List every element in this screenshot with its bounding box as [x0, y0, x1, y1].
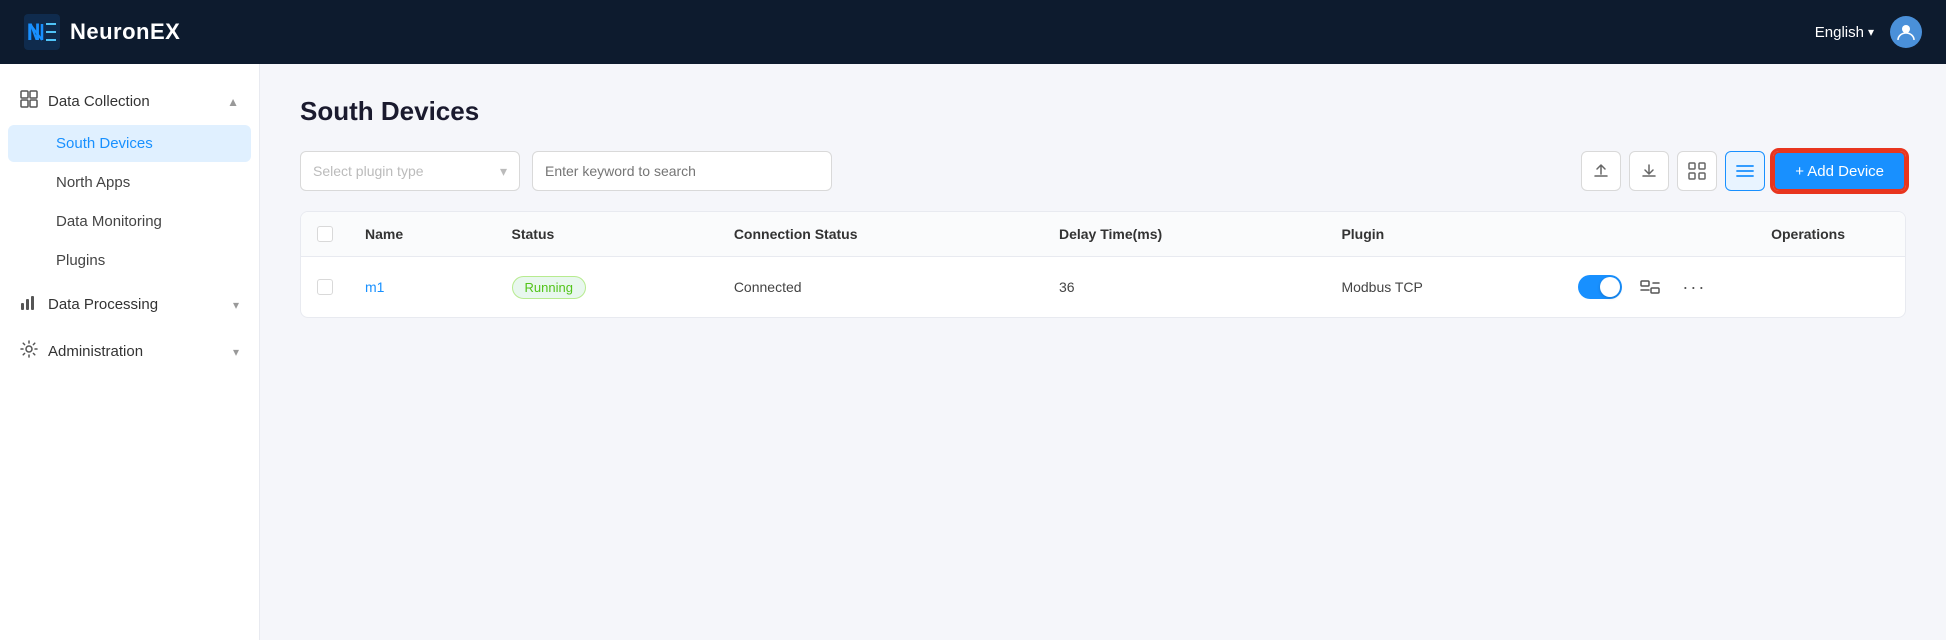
- sidebar-item-data-monitoring[interactable]: Data Monitoring: [8, 203, 251, 240]
- sidebar-section-header-data-processing[interactable]: Data Processing ▾: [0, 283, 259, 326]
- row-checkbox[interactable]: [317, 279, 333, 295]
- row-status-cell: Running: [496, 257, 718, 318]
- add-device-button[interactable]: + Add Device: [1773, 151, 1906, 191]
- chevron-down-icon: ▾: [1868, 25, 1874, 39]
- avatar[interactable]: [1890, 16, 1922, 48]
- administration-chevron: ▾: [233, 345, 239, 359]
- sidebar-section-data-collection: Data Collection ▲ South Devices North Ap…: [0, 80, 259, 279]
- logo-area: N NeuronEX: [24, 14, 180, 50]
- list-view-button[interactable]: [1725, 151, 1765, 191]
- sidebar-item-south-devices[interactable]: South Devices: [8, 125, 251, 162]
- table-icon: [20, 90, 38, 113]
- device-config-button[interactable]: [1634, 271, 1666, 303]
- grid-view-button[interactable]: [1677, 151, 1717, 191]
- data-collection-chevron: ▲: [227, 95, 239, 109]
- page-title: South Devices: [300, 96, 1906, 127]
- toolbar: Select plugin type ▾: [300, 151, 1906, 191]
- header-right: English ▾: [1815, 16, 1922, 48]
- select-all-checkbox[interactable]: [317, 226, 333, 242]
- sidebar-item-north-apps[interactable]: North Apps: [8, 164, 251, 201]
- sidebar-section-data-processing: Data Processing ▾: [0, 283, 259, 326]
- plugin-type-select[interactable]: Select plugin type ▾: [300, 151, 520, 191]
- row-checkbox-cell: [301, 257, 349, 318]
- main-content: South Devices Select plugin type ▾: [260, 64, 1946, 640]
- chart-icon: [20, 293, 38, 316]
- device-more-button[interactable]: ···: [1678, 271, 1710, 303]
- devices-table: Name Status Connection Status Delay Time…: [301, 212, 1905, 317]
- plugin-select-placeholder: Select plugin type: [313, 163, 424, 179]
- search-input[interactable]: [545, 163, 819, 179]
- device-toggle[interactable]: [1578, 275, 1622, 299]
- language-label: English: [1815, 24, 1864, 41]
- main-layout: Data Collection ▲ South Devices North Ap…: [0, 64, 1946, 640]
- sidebar-item-plugins[interactable]: Plugins: [8, 242, 251, 279]
- device-link-m1[interactable]: m1: [365, 279, 384, 295]
- data-processing-chevron: ▾: [233, 298, 239, 312]
- table-header-row: Name Status Connection Status Delay Time…: [301, 212, 1905, 257]
- row-operations-cell: ···: [1562, 257, 1905, 318]
- table-row: m1 Running Connected 36 Modbus TCP: [301, 257, 1905, 318]
- col-delay-time: Delay Time(ms): [1043, 212, 1325, 257]
- row-connection-cell: Connected: [718, 257, 1043, 318]
- row-delay-cell: 36: [1043, 257, 1325, 318]
- data-collection-label: Data Collection: [48, 93, 150, 110]
- header: N NeuronEX English ▾: [0, 0, 1946, 64]
- col-operations: Operations: [1562, 212, 1905, 257]
- operations-cell: ···: [1578, 271, 1889, 303]
- administration-label: Administration: [48, 343, 143, 360]
- download-button[interactable]: [1629, 151, 1669, 191]
- language-selector[interactable]: English ▾: [1815, 24, 1874, 41]
- search-input-wrap[interactable]: [532, 151, 832, 191]
- upload-button[interactable]: [1581, 151, 1621, 191]
- plugin-select-chevron: ▾: [500, 163, 507, 180]
- logo-text: NeuronEX: [70, 19, 180, 45]
- row-plugin-cell: Modbus TCP: [1325, 257, 1562, 318]
- sidebar: Data Collection ▲ South Devices North Ap…: [0, 64, 260, 640]
- data-processing-label: Data Processing: [48, 296, 158, 313]
- col-connection-status: Connection Status: [718, 212, 1043, 257]
- gear-icon: [20, 340, 38, 363]
- row-name-cell: m1: [349, 257, 496, 318]
- col-status: Status: [496, 212, 718, 257]
- toolbar-icons: + Add Device: [1581, 151, 1906, 191]
- col-name: Name: [349, 212, 496, 257]
- logo-icon: N: [24, 14, 60, 50]
- sidebar-section-header-data-collection[interactable]: Data Collection ▲: [0, 80, 259, 123]
- devices-table-container: Name Status Connection Status Delay Time…: [300, 211, 1906, 318]
- sidebar-section-header-administration[interactable]: Administration ▾: [0, 330, 259, 373]
- select-all-header: [301, 212, 349, 257]
- status-badge: Running: [512, 276, 586, 299]
- sidebar-section-administration: Administration ▾: [0, 330, 259, 373]
- col-plugin: Plugin: [1325, 212, 1562, 257]
